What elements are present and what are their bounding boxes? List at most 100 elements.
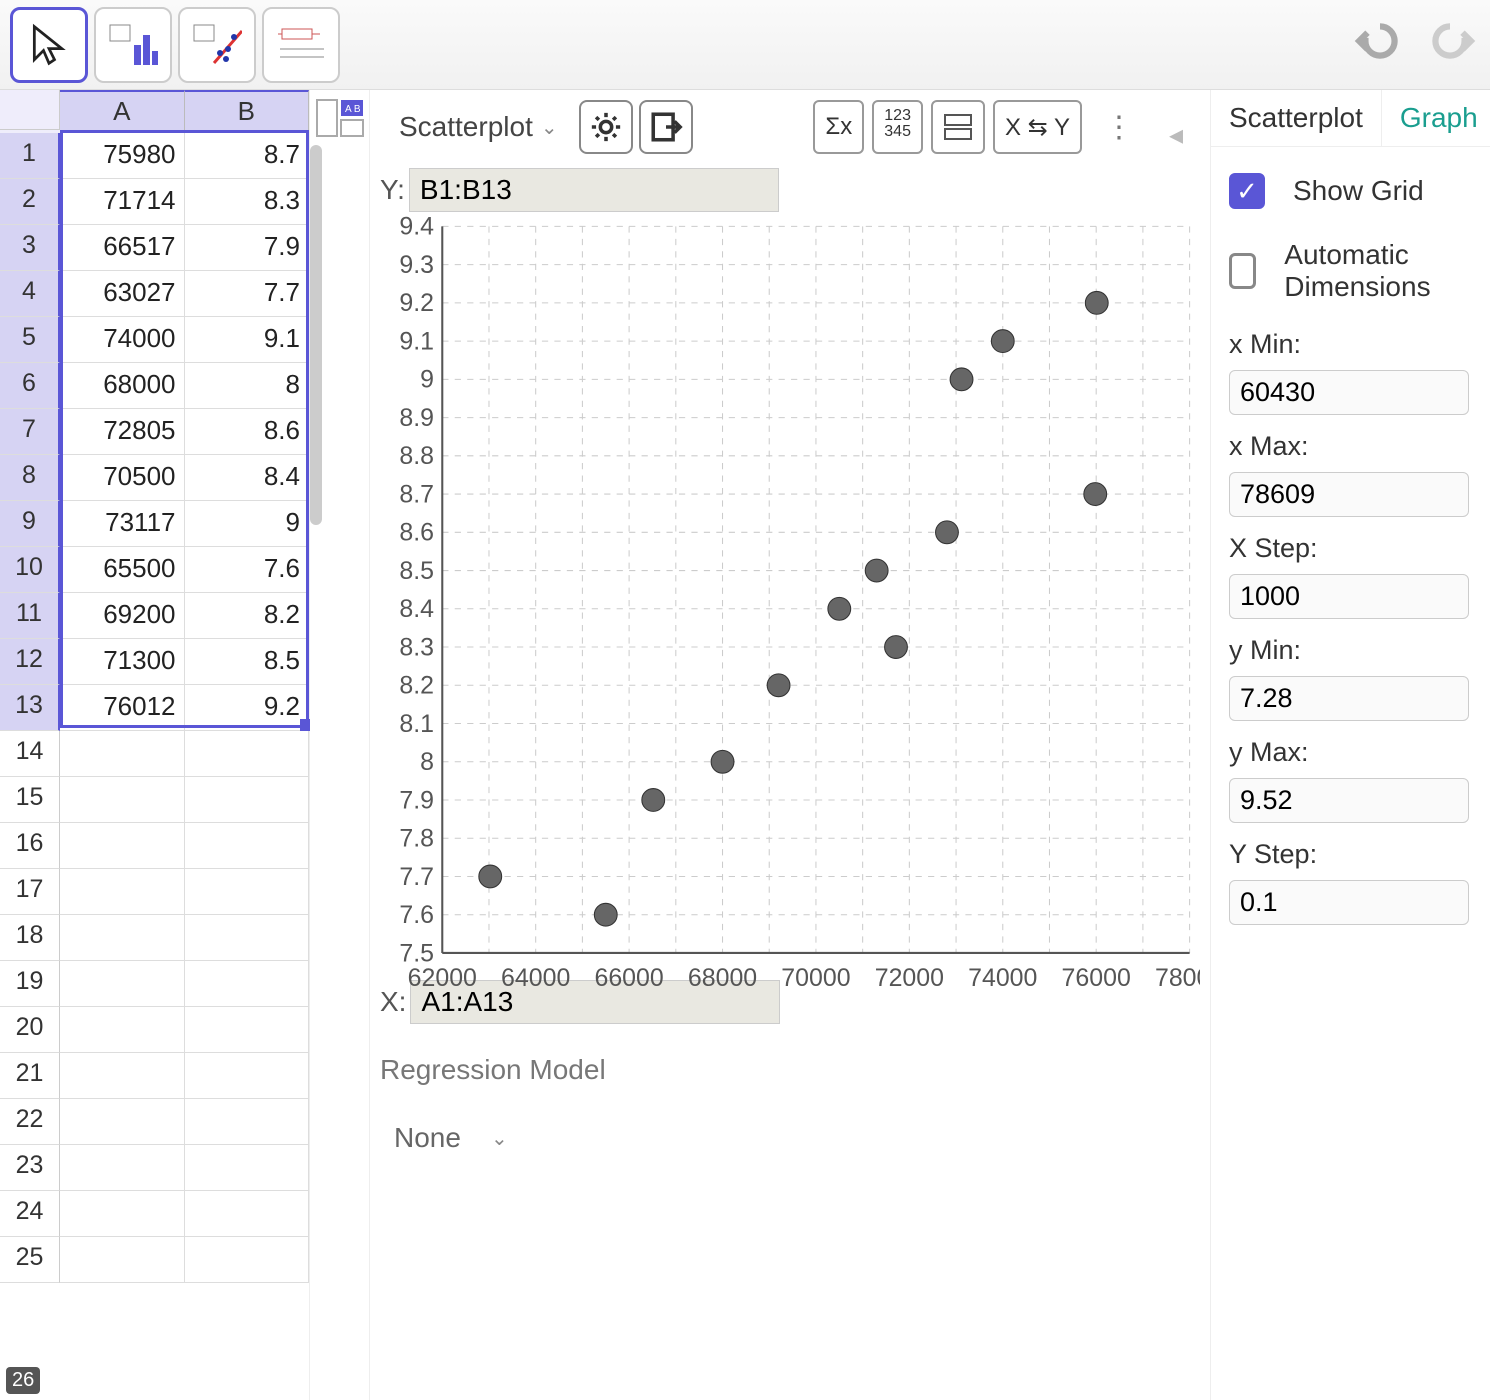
layout-split-button[interactable]	[931, 100, 985, 154]
cell[interactable]: 66517	[60, 225, 185, 271]
table-row[interactable]: 19	[0, 961, 309, 1007]
table-row[interactable]: 14	[0, 731, 309, 777]
row-header[interactable]: 13	[0, 685, 60, 731]
cell[interactable]: 9.1	[185, 317, 310, 363]
ymax-input[interactable]	[1229, 778, 1469, 823]
settings-button[interactable]	[579, 100, 633, 154]
cell[interactable]: 70500	[60, 455, 185, 501]
table-row[interactable]: 21	[0, 1053, 309, 1099]
cell[interactable]	[60, 731, 185, 777]
table-row[interactable]: 18	[0, 915, 309, 961]
row-header[interactable]: 16	[0, 823, 60, 869]
spreadsheet[interactable]: A B 26 1759808.72717148.33665177.9463027…	[0, 90, 310, 1400]
xstep-input[interactable]	[1229, 574, 1469, 619]
scatter-fit-tool[interactable]	[178, 7, 256, 83]
collapse-panel-button[interactable]: ◂	[1156, 104, 1196, 151]
more-options-button[interactable]: ⋮	[1090, 110, 1148, 145]
cell[interactable]: 8.2	[185, 593, 310, 639]
box-plot-tool[interactable]	[262, 7, 340, 83]
row-header[interactable]: 23	[0, 1145, 60, 1191]
row-header[interactable]: 14	[0, 731, 60, 777]
row-header[interactable]: 7	[0, 409, 60, 455]
scatter-plot[interactable]: 7.57.67.77.87.988.18.28.38.48.58.68.78.8…	[380, 216, 1200, 976]
table-row[interactable]: 9731179	[0, 501, 309, 547]
cell[interactable]: 7.6	[185, 547, 310, 593]
cell[interactable]	[60, 915, 185, 961]
auto-dim-checkbox[interactable]	[1229, 253, 1256, 289]
cell[interactable]	[60, 1237, 185, 1283]
table-row[interactable]: 20	[0, 1007, 309, 1053]
table-row[interactable]: 1759808.7	[0, 133, 309, 179]
cell[interactable]	[185, 1237, 310, 1283]
table-row[interactable]: 10655007.6	[0, 547, 309, 593]
chart-type-dropdown[interactable]: Scatterplot ⌄	[384, 104, 573, 150]
cell[interactable]: 63027	[60, 271, 185, 317]
row-header[interactable]: 20	[0, 1007, 60, 1053]
cell[interactable]	[60, 1145, 185, 1191]
table-row[interactable]: 11692008.2	[0, 593, 309, 639]
cell[interactable]	[185, 823, 310, 869]
cell[interactable]	[185, 777, 310, 823]
cell[interactable]: 75980	[60, 133, 185, 179]
column-header-a[interactable]: A	[60, 90, 185, 133]
row-header[interactable]: 4	[0, 271, 60, 317]
bar-chart-tool[interactable]	[94, 7, 172, 83]
row-header[interactable]: 3	[0, 225, 60, 271]
number-format-button[interactable]: 123345	[872, 100, 923, 154]
xmax-input[interactable]	[1229, 472, 1469, 517]
export-button[interactable]	[639, 100, 693, 154]
column-header-b[interactable]: B	[185, 90, 310, 133]
table-row[interactable]: 24	[0, 1191, 309, 1237]
cell[interactable]: 7.7	[185, 271, 310, 317]
cell[interactable]: 8.4	[185, 455, 310, 501]
cell[interactable]: 74000	[60, 317, 185, 363]
row-header[interactable]: 10	[0, 547, 60, 593]
row-header[interactable]: 6	[0, 363, 60, 409]
table-row[interactable]: 23	[0, 1145, 309, 1191]
row-header[interactable]: 24	[0, 1191, 60, 1237]
table-row[interactable]: 13760129.2	[0, 685, 309, 731]
table-row[interactable]: 15	[0, 777, 309, 823]
cell[interactable]	[60, 869, 185, 915]
row-header[interactable]: 8	[0, 455, 60, 501]
regression-dropdown[interactable]: None ⌄	[380, 1116, 1200, 1160]
cell[interactable]	[60, 1099, 185, 1145]
cell[interactable]	[185, 1053, 310, 1099]
row-header[interactable]: 1	[0, 133, 60, 179]
cell[interactable]	[60, 1053, 185, 1099]
ystep-input[interactable]	[1229, 880, 1469, 925]
cell[interactable]	[60, 1191, 185, 1237]
ymin-input[interactable]	[1229, 676, 1469, 721]
table-row[interactable]: 12713008.5	[0, 639, 309, 685]
cell[interactable]	[185, 1191, 310, 1237]
table-row[interactable]: 25	[0, 1237, 309, 1283]
cell[interactable]: 68000	[60, 363, 185, 409]
row-header[interactable]: 22	[0, 1099, 60, 1145]
row-header[interactable]: 17	[0, 869, 60, 915]
pointer-tool[interactable]	[10, 7, 88, 83]
xmin-input[interactable]	[1229, 370, 1469, 415]
row-header[interactable]: 25	[0, 1237, 60, 1283]
cell[interactable]	[185, 1007, 310, 1053]
cell[interactable]: 9.2	[185, 685, 310, 731]
cell[interactable]: 8	[185, 363, 310, 409]
table-row[interactable]: 5740009.1	[0, 317, 309, 363]
table-row[interactable]: 6680008	[0, 363, 309, 409]
sigma-button[interactable]: Σx	[813, 100, 864, 154]
row-header[interactable]: 15	[0, 777, 60, 823]
cell[interactable]: 8.3	[185, 179, 310, 225]
layout-toggle-button[interactable]: A B	[315, 98, 365, 145]
cell[interactable]	[185, 731, 310, 777]
cell[interactable]: 9	[185, 501, 310, 547]
cell[interactable]: 7.9	[185, 225, 310, 271]
scrollbar[interactable]	[310, 145, 322, 525]
cell[interactable]	[185, 869, 310, 915]
cell[interactable]	[60, 961, 185, 1007]
corner-cell[interactable]	[0, 90, 60, 130]
redo-button[interactable]	[1420, 16, 1480, 73]
cell[interactable]: 65500	[60, 547, 185, 593]
cell[interactable]: 76012	[60, 685, 185, 731]
row-header[interactable]: 2	[0, 179, 60, 225]
show-grid-row[interactable]: ✓ Show Grid	[1229, 163, 1482, 219]
cell[interactable]	[60, 823, 185, 869]
